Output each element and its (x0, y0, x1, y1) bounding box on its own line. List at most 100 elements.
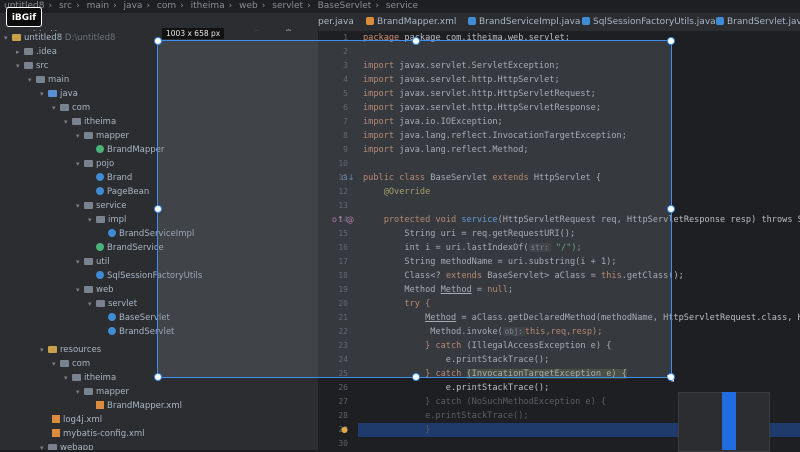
resize-handle[interactable] (412, 37, 420, 45)
breadcrumb-item[interactable]: servlet (272, 1, 303, 11)
class-icon (468, 17, 476, 25)
code-line-29: } (425, 425, 431, 435)
breadcrumb-item[interactable]: java (124, 1, 143, 11)
tab-brandserviceimpl[interactable]: BrandServiceImpl.java (468, 13, 580, 31)
resize-handle[interactable] (412, 373, 420, 381)
tree-node-main[interactable]: ▾ main (28, 73, 69, 87)
resize-handle[interactable] (154, 37, 162, 45)
tree-node-mybatis-config[interactable]: mybatis-config.xml (52, 427, 145, 441)
lightbulb-icon[interactable]: ● (341, 425, 348, 434)
class-icon (108, 313, 116, 321)
class-icon (716, 17, 724, 25)
resize-handle[interactable] (667, 37, 675, 45)
resize-handle[interactable] (154, 205, 162, 213)
folder-icon (12, 34, 21, 41)
tab-label: BrandServlet.java (727, 17, 800, 27)
folder-icon (60, 104, 69, 111)
tree-node-webapp[interactable]: ▾ webapp (40, 441, 94, 450)
xml-file-icon (366, 17, 374, 25)
resize-cursor-icon: ⤡ (667, 374, 675, 384)
code-line-28: e.printStackTrace(); (425, 411, 529, 421)
line-number: 28 (338, 411, 348, 420)
class-icon (108, 327, 116, 335)
breadcrumb-item[interactable]: src (59, 1, 72, 11)
tree-node-itheima[interactable]: ▾ itheima (64, 115, 116, 129)
breadcrumb-item[interactable]: BaseServlet (318, 1, 372, 11)
magnifier-crosshair (722, 392, 736, 450)
tree-node-brandservice[interactable]: BrandService (96, 241, 164, 255)
breadcrumb-item[interactable]: main (87, 1, 110, 11)
breadcrumb-item[interactable]: service (386, 1, 418, 11)
folder-icon (48, 346, 57, 353)
tab-label: BrandServiceImpl.java (479, 17, 581, 27)
folder-icon (84, 160, 93, 167)
resize-handle[interactable] (667, 205, 675, 213)
interface-icon (96, 145, 104, 153)
tree-node-util[interactable]: ▾ util (76, 255, 109, 269)
tab-label: SqlSessionFactoryUtils.java (593, 17, 716, 27)
tree-node-brandmapper-xml[interactable]: BrandMapper.xml (96, 399, 182, 413)
interface-icon (96, 243, 104, 251)
tab-label: BrandMapper.xml (377, 17, 457, 27)
xml-file-icon (52, 415, 60, 423)
folder-icon (84, 388, 93, 395)
tree-node-service[interactable]: ▾ service (76, 199, 126, 213)
code-line-26: e.printStackTrace(); (445, 383, 550, 393)
tree-node-res-itheima[interactable]: ▾ itheima (64, 371, 116, 385)
folder-icon (48, 444, 57, 450)
class-icon (96, 187, 104, 195)
line-number: 30 (338, 439, 348, 448)
class-icon (96, 173, 104, 181)
resize-handle[interactable] (154, 373, 162, 381)
folder-icon (84, 202, 93, 209)
line-number: 27 (338, 397, 348, 406)
breadcrumb-item[interactable]: com (157, 1, 176, 11)
tab-label: per.java (318, 17, 354, 27)
tree-node-brand[interactable]: Brand (96, 171, 132, 185)
breadcrumb-item[interactable]: itheima (191, 1, 225, 11)
navigation-bar: untitled8 › src › main › java › com › itheima… (0, 0, 800, 13)
folder-icon (84, 132, 93, 139)
line-number: 26 (338, 383, 348, 392)
folder-icon (60, 360, 69, 367)
tree-node-resources[interactable]: ▾ resources (40, 343, 101, 357)
tree-node-brandmapper[interactable]: BrandMapper (96, 143, 164, 157)
tree-node-java[interactable]: ▾ java (40, 87, 78, 101)
folder-icon (24, 62, 33, 69)
tree-node-mapper[interactable]: ▾ mapper (76, 129, 129, 143)
tab-sqlsessionfactoryutils[interactable]: SqlSessionFactoryUtils.java (582, 13, 716, 31)
xml-file-icon (96, 401, 104, 409)
code-line-27: } catch (NoSuchMethodException e) { (425, 397, 607, 407)
tab-brandservlet[interactable]: BrandServlet.java (716, 13, 800, 31)
class-icon (582, 17, 590, 25)
tree-node-res-com[interactable]: ▾ com (52, 357, 90, 371)
breadcrumb: untitled8 › src › main › java › com › itheima… (4, 1, 419, 11)
capture-selection-box[interactable] (154, 37, 675, 381)
tree-node-pojo[interactable]: ▾ pojo (76, 157, 114, 171)
class-icon (108, 229, 116, 237)
tree-node-res-mapper[interactable]: ▾ mapper (76, 385, 129, 399)
app-logo: iBGif (6, 7, 42, 27)
tree-node-log4j[interactable]: log4j.xml (52, 413, 102, 427)
tree-node-root[interactable]: ▾ untitled8 D:\untitled8 (4, 31, 115, 45)
class-icon (96, 271, 104, 279)
tree-node-impl[interactable]: ▾ impl (88, 213, 126, 227)
tab-mapper[interactable]: per.java (318, 13, 354, 31)
folder-icon (84, 286, 93, 293)
folder-icon (24, 48, 33, 55)
xml-file-icon (52, 429, 60, 437)
breadcrumb-item[interactable]: web (239, 1, 258, 11)
tree-node-web[interactable]: ▾ web (76, 283, 114, 297)
tree-node-src[interactable]: ▾ src (16, 59, 48, 73)
tree-node-com[interactable]: ▾ com (52, 101, 90, 115)
folder-icon (84, 258, 93, 265)
tree-node-idea[interactable]: ▸ .idea (16, 45, 57, 59)
folder-icon (96, 216, 105, 223)
folder-icon (48, 90, 57, 97)
tree-node-pagebean[interactable]: PageBean (96, 185, 149, 199)
editor-tab-bar: untitled8 ▾ ⚙ – per.java BrandMapper.xml… (0, 13, 800, 40)
tree-node-servlet[interactable]: ▾ servlet (88, 297, 137, 311)
capture-size-label: 1003 x 658 px (162, 28, 225, 39)
tab-brandmapper-xml[interactable]: BrandMapper.xml (366, 13, 456, 31)
folder-icon (96, 300, 105, 307)
